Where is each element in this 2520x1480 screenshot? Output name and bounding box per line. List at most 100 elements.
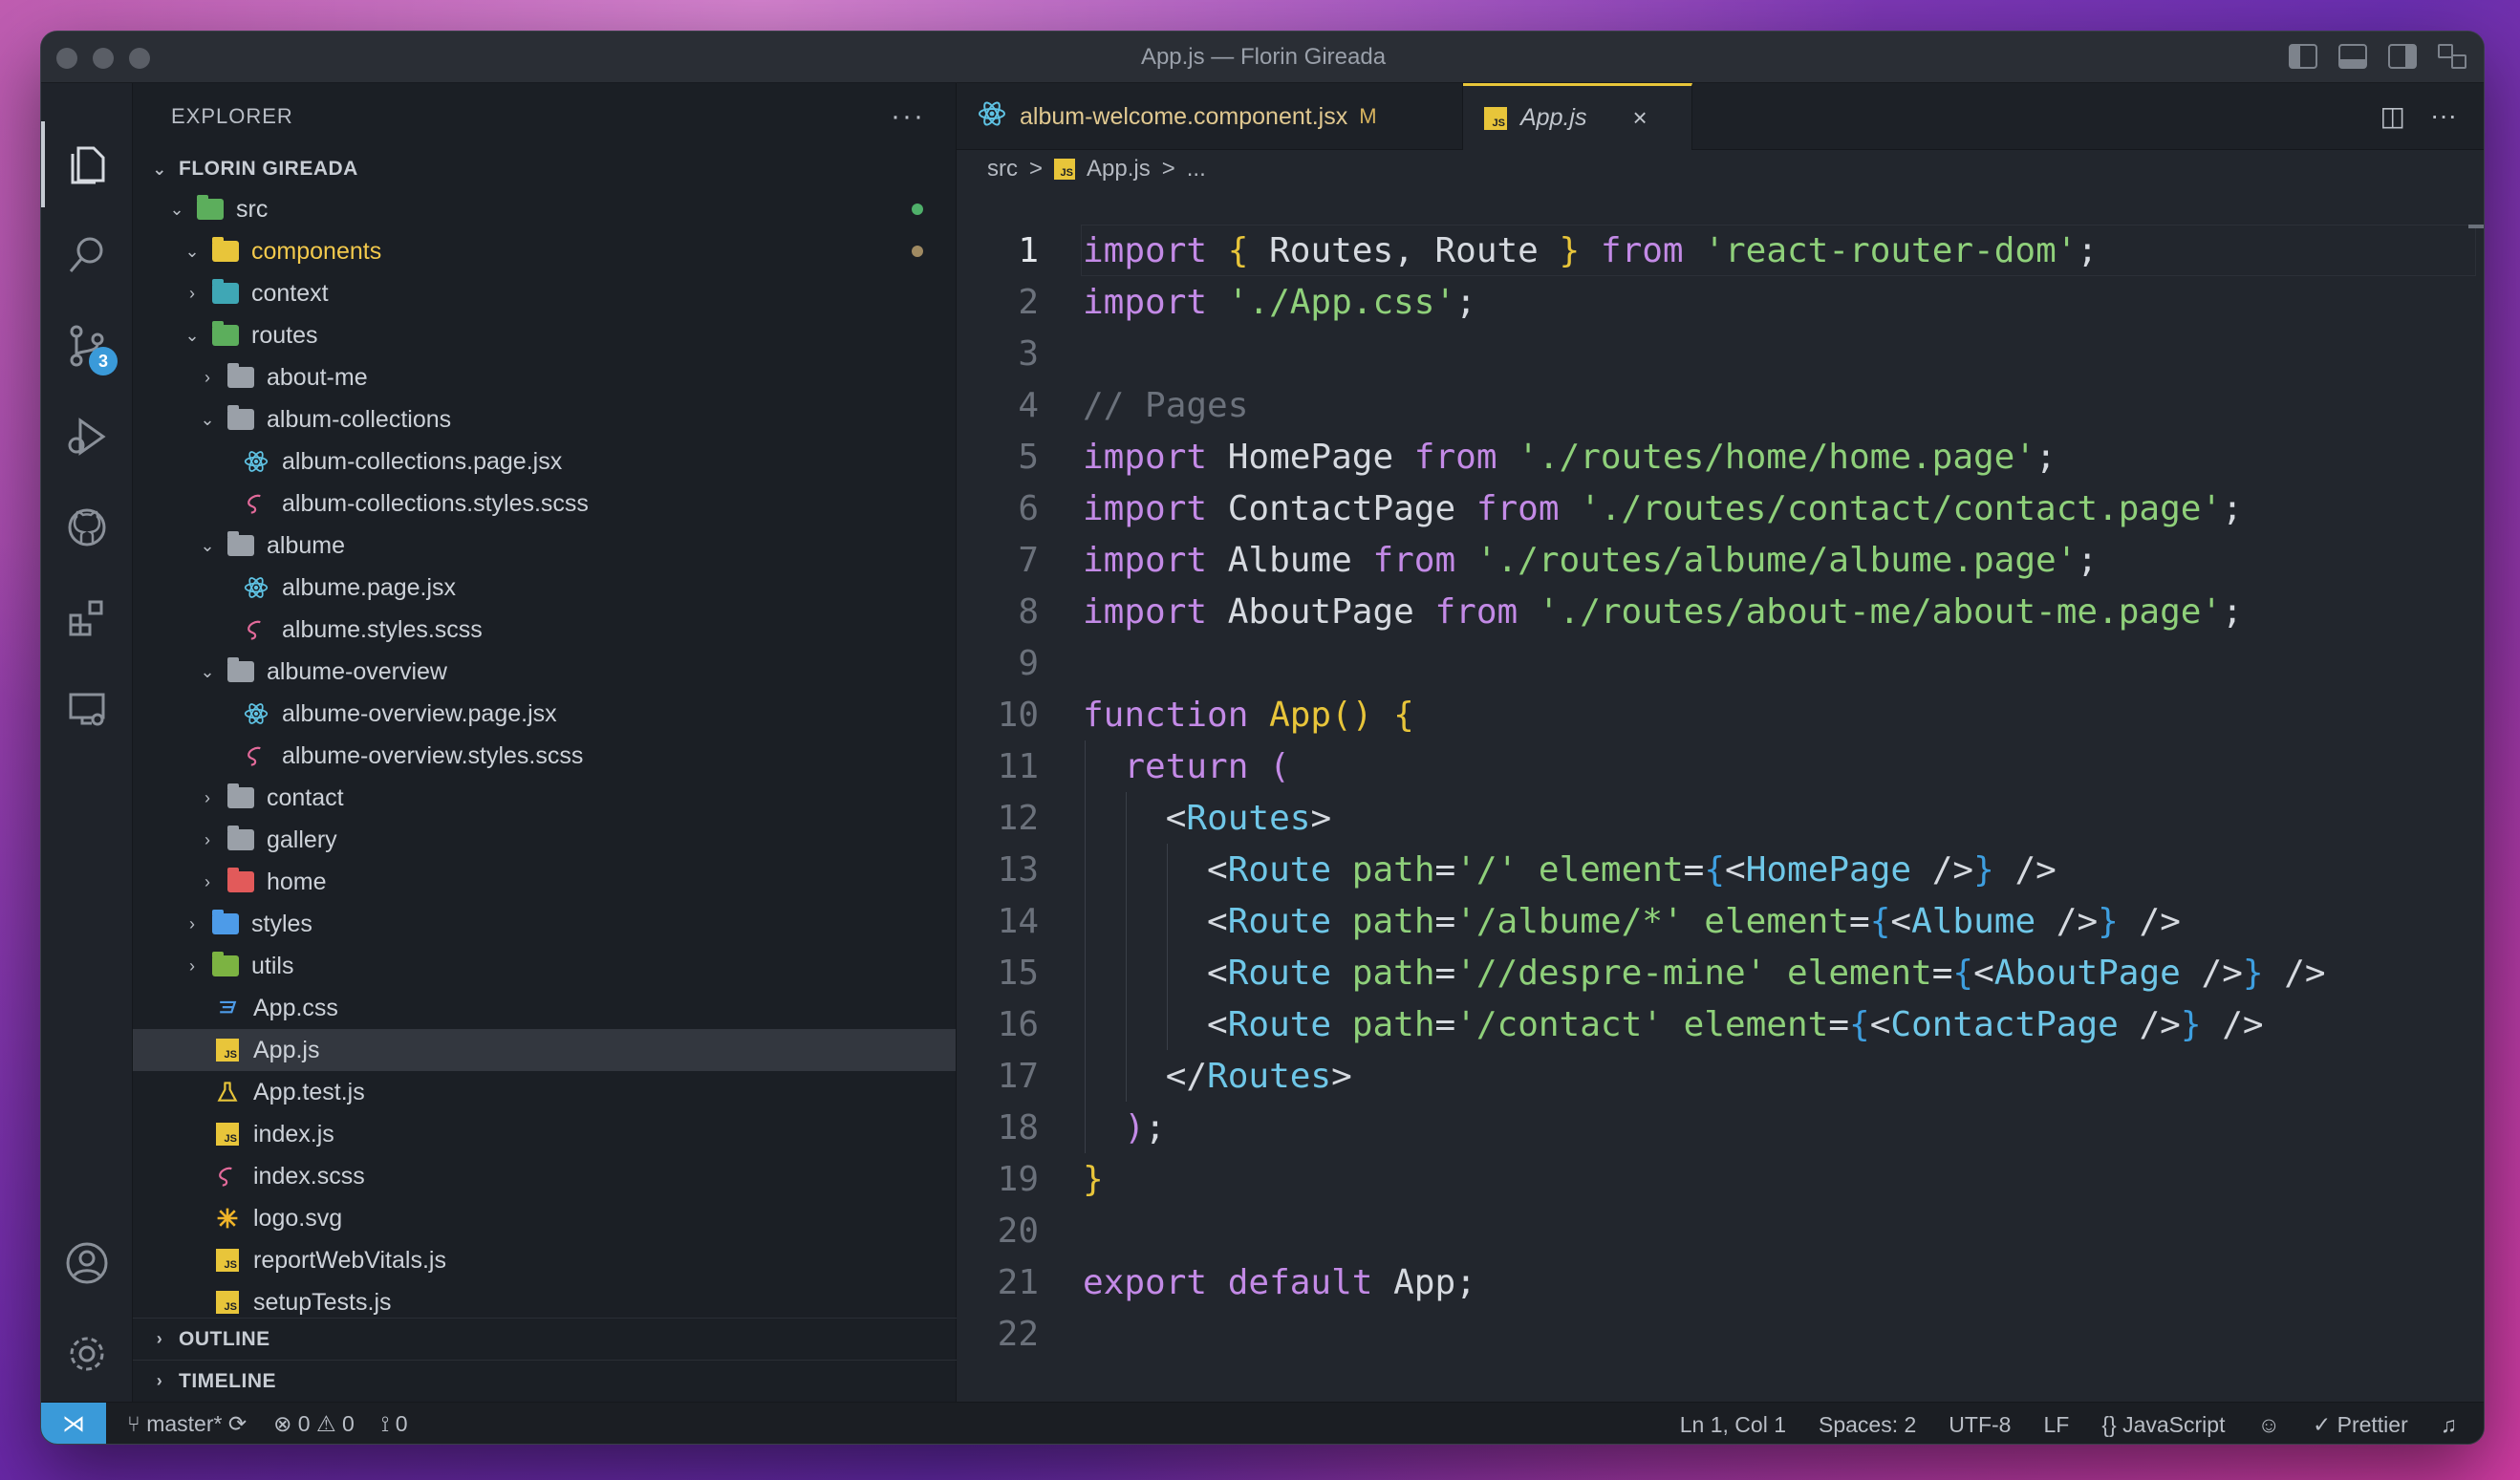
code-line[interactable]: 12 <Routes> <box>957 792 2484 844</box>
tab-album-welcome-component[interactable]: album-welcome.component.jsx M <box>957 83 1463 150</box>
code-line[interactable]: 4 // Pages <box>957 379 2484 431</box>
folder-tree-item[interactable]: › home <box>133 861 956 903</box>
toggle-secondary-sidebar-icon[interactable] <box>2388 44 2417 69</box>
code-line[interactable]: 8 import AboutPage from './routes/about-m… <box>957 586 2484 637</box>
file-tree-item[interactable]: JS index.js <box>133 1113 956 1155</box>
code-token: element <box>1786 953 1932 993</box>
encoding[interactable]: UTF-8 <box>1949 1412 2011 1438</box>
code-token: { <box>1704 849 1725 890</box>
code-line[interactable]: 2 import './App.css'; <box>957 276 2484 328</box>
code-line[interactable]: 13 <Route path='/' element={<HomePage />… <box>957 844 2484 895</box>
notifications-bell-icon[interactable]: ♫ <box>2441 1412 2457 1438</box>
line-number: 7 <box>1018 540 1039 580</box>
folder-tree-item[interactable]: › gallery <box>133 819 956 861</box>
code-line[interactable]: 16 <Route path='/contact' element={<Cont… <box>957 998 2484 1050</box>
code-line[interactable]: 11 return ( <box>957 740 2484 792</box>
folder-tree-item[interactable]: › about-me <box>133 356 956 398</box>
code-line[interactable]: 5 import HomePage from './routes/home/hom… <box>957 431 2484 483</box>
close-window-button[interactable] <box>56 48 77 69</box>
remote-explorer-icon[interactable] <box>41 666 133 752</box>
file-tree-item[interactable]: JS reportWebVitals.js <box>133 1239 956 1281</box>
folder-tree-item[interactable]: › styles <box>133 903 956 945</box>
breadcrumb-file[interactable]: App.js <box>1087 156 1151 182</box>
code-line[interactable]: 20 <box>957 1205 2484 1256</box>
code-line[interactable]: 3 <box>957 328 2484 379</box>
code-line[interactable]: 10 function App() { <box>957 689 2484 740</box>
explorer-more-actions-icon[interactable]: ··· <box>891 100 925 133</box>
code-line[interactable]: 6 import ContactPage from './routes/conta… <box>957 483 2484 534</box>
folder-tree-item[interactable]: ⌄ components <box>133 230 956 272</box>
file-tree-item[interactable]: App.css <box>133 987 956 1029</box>
file-tree-item[interactable]: albume.styles.scss <box>133 609 956 651</box>
files-icon[interactable] <box>41 121 133 207</box>
file-tree-item[interactable]: albume-overview.styles.scss <box>133 735 956 777</box>
file-tree-item[interactable]: albume-overview.page.jsx <box>133 693 956 735</box>
close-icon[interactable]: × <box>1632 103 1647 133</box>
sync-icon[interactable]: ⟳ <box>228 1411 247 1436</box>
file-tree-item[interactable]: App.test.js <box>133 1071 956 1113</box>
customize-layout-icon[interactable] <box>2438 44 2466 69</box>
copilot-icon[interactable]: ☺ <box>2257 1412 2279 1438</box>
code-line[interactable]: 17 </Routes> <box>957 1050 2484 1102</box>
file-tree-item[interactable]: album-collections.page.jsx <box>133 440 956 483</box>
outline-section-header[interactable]: › OUTLINE <box>133 1318 957 1360</box>
github-icon[interactable] <box>41 484 133 570</box>
problems-indicator[interactable]: ⊗ 0 ⚠ 0 <box>273 1411 355 1437</box>
svg-icon <box>213 1204 242 1233</box>
editor-more-actions-icon[interactable]: ··· <box>2430 100 2457 132</box>
folder-tree-item[interactable]: ⌄ album-collections <box>133 398 956 440</box>
file-tree-item[interactable]: albume.page.jsx <box>133 567 956 609</box>
prettier-status[interactable]: ✓ Prettier <box>2313 1412 2408 1438</box>
source-control-icon[interactable]: 3 <box>41 303 133 389</box>
search-icon[interactable] <box>41 212 133 298</box>
minimize-window-button[interactable] <box>93 48 114 69</box>
chevron-down-icon: ⌄ <box>169 199 184 219</box>
folder-tree-item[interactable]: ⌄ albume-overview <box>133 651 956 693</box>
tree-item-label: album-collections <box>267 405 452 433</box>
branch-indicator[interactable]: ⑂ master* ⟳ <box>127 1411 247 1437</box>
toggle-primary-sidebar-icon[interactable] <box>2289 44 2317 69</box>
timeline-section-header[interactable]: › TIMELINE <box>133 1360 957 1402</box>
ports-indicator[interactable]: ⟟ 0 <box>381 1411 408 1437</box>
folder-tree-item[interactable]: › contact <box>133 777 956 819</box>
code-line[interactable]: 22 <box>957 1308 2484 1360</box>
tree-item-label: contact <box>267 783 344 811</box>
code-line[interactable]: 15 <Route path='//despre-mine' element={… <box>957 947 2484 998</box>
code-line[interactable]: 18 ); <box>957 1102 2484 1153</box>
split-editor-icon[interactable]: ◫ <box>2380 100 2405 132</box>
code-editor[interactable]: 1 import { Routes, Route } from 'react-ro… <box>957 225 2484 1360</box>
end-of-line[interactable]: LF <box>2043 1412 2069 1438</box>
css-icon <box>213 994 242 1022</box>
folder-tree-item[interactable]: ⌄ albume <box>133 525 956 567</box>
breadcrumb-src[interactable]: src <box>987 156 1018 182</box>
code-line[interactable]: 21 export default App; <box>957 1256 2484 1308</box>
indentation[interactable]: Spaces: 2 <box>1819 1412 1916 1438</box>
settings-icon[interactable] <box>41 1311 133 1397</box>
workspace-section-header[interactable]: ⌄ FLORIN GIREADA <box>133 150 956 188</box>
scrollbar-marker[interactable] <box>2468 225 2484 228</box>
folder-tree-item[interactable]: › utils <box>133 945 956 987</box>
file-tree-item[interactable]: index.scss <box>133 1155 956 1197</box>
zoom-window-button[interactable] <box>129 48 150 69</box>
file-tree-item[interactable]: album-collections.styles.scss <box>133 483 956 525</box>
breadcrumb-separator: > <box>1029 156 1044 182</box>
language-mode[interactable]: {} JavaScript <box>2101 1412 2225 1438</box>
remote-icon[interactable]: ⋊ <box>41 1402 106 1444</box>
account-icon[interactable] <box>41 1220 133 1306</box>
file-tree-item[interactable]: JS App.js <box>133 1029 956 1071</box>
tab-app-js[interactable]: JS App.js × <box>1463 83 1692 150</box>
toggle-panel-icon[interactable] <box>2338 44 2367 69</box>
folder-tree-item[interactable]: › context <box>133 272 956 314</box>
extensions-icon[interactable] <box>41 575 133 661</box>
folder-tree-item[interactable]: ⌄ src <box>133 188 956 230</box>
file-tree-item[interactable]: logo.svg <box>133 1197 956 1239</box>
breadcrumb-symbols[interactable]: ... <box>1187 156 1206 182</box>
folder-tree-item[interactable]: ⌄ routes <box>133 314 956 356</box>
run-debug-icon[interactable] <box>41 394 133 480</box>
code-line[interactable]: 7 import Albume from './routes/albume/alb… <box>957 534 2484 586</box>
code-line[interactable]: 9 <box>957 637 2484 689</box>
cursor-position[interactable]: Ln 1, Col 1 <box>1680 1412 1786 1438</box>
code-line[interactable]: 14 <Route path='/albume/*' element={<Alb… <box>957 895 2484 947</box>
code-line[interactable]: 19} <box>957 1153 2484 1205</box>
